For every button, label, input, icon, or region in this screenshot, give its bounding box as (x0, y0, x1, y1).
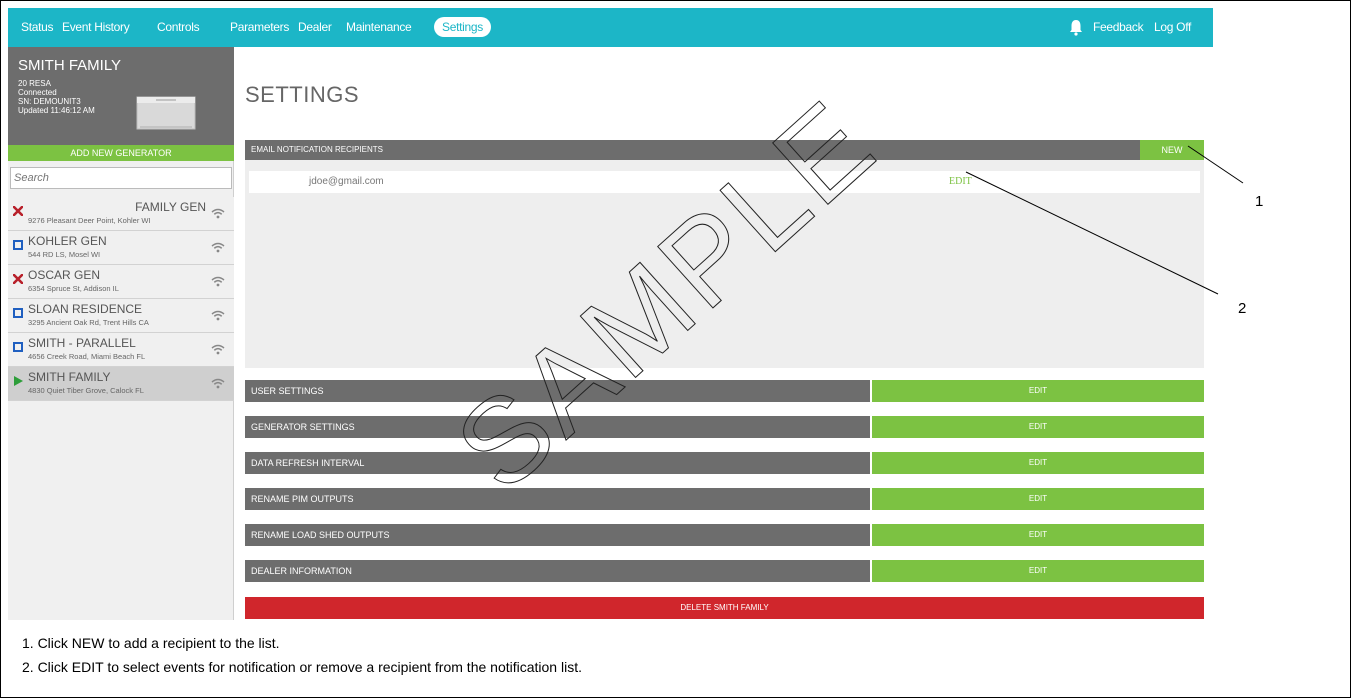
nav-settings[interactable]: Settings (434, 17, 491, 37)
site-address: 6354 Spruce St, Addison IL (28, 284, 119, 293)
wifi-icon (211, 344, 225, 355)
user-settings-edit-button[interactable]: EDIT (872, 380, 1204, 402)
site-name: KOHLER GEN (28, 234, 107, 248)
site-name: FAMILY GEN (135, 200, 206, 214)
settings-row-label: RENAME LOAD SHED OUTPUTS (245, 524, 870, 546)
settings-row-user: USER SETTINGS EDIT (245, 380, 1204, 402)
generator-name: SMITH FAMILY (18, 57, 122, 74)
search-input[interactable] (10, 167, 232, 189)
settings-row-label: DEALER INFORMATION (245, 560, 870, 582)
site-item-active[interactable]: SMITH FAMILY 4830 Quiet Tiber Grove, Cal… (8, 367, 234, 401)
site-address: 9276 Pleasant Deer Point, Kohler WI (28, 216, 151, 225)
ok-square-icon (13, 342, 23, 352)
email-recipients-panel: jdoe@gmail.com EDIT (245, 160, 1204, 368)
site-name: OSCAR GEN (28, 268, 101, 282)
fault-x-icon (13, 206, 23, 216)
wifi-icon (211, 242, 225, 253)
page-title: SETTINGS (245, 82, 360, 107)
nav-event-history[interactable]: Event History (62, 20, 130, 34)
generator-model: 20 RESA (18, 79, 51, 88)
site-address: 4656 Creek Road, Miami Beach FL (28, 352, 146, 361)
generator-updated: Updated 11:46:12 AM (18, 106, 95, 115)
site-item[interactable]: SMITH - PARALLEL 4656 Creek Road, Miami … (8, 333, 234, 367)
site-name: SMITH FAMILY (28, 370, 111, 384)
top-nav: Status Event History Controls Parameters… (8, 8, 1213, 47)
settings-row-label: RENAME PIM OUTPUTS (245, 488, 870, 510)
notification-bell-icon[interactable] (1069, 18, 1083, 36)
nav-dealer[interactable]: Dealer (298, 20, 332, 34)
ok-square-icon (13, 240, 23, 250)
app-window: Status Event History Controls Parameters… (8, 8, 1213, 620)
generator-card: SMITH FAMILY 20 RESA Connected SN: DEMOU… (8, 47, 234, 161)
settings-row-pim: RENAME PIM OUTPUTS EDIT (245, 488, 1204, 510)
generator-serial: SN: DEMOUNIT3 (18, 97, 81, 106)
caption-2: 2. Click EDIT to select events for notif… (22, 659, 582, 675)
rename-pim-edit-button[interactable]: EDIT (872, 488, 1204, 510)
settings-row-loadshed: RENAME LOAD SHED OUTPUTS EDIT (245, 524, 1204, 546)
recipient-row: jdoe@gmail.com EDIT (249, 171, 1200, 193)
recipient-edit-button[interactable]: EDIT (949, 176, 972, 187)
settings-row-label: GENERATOR SETTINGS (245, 416, 870, 438)
wifi-icon (211, 208, 225, 219)
delete-generator-button[interactable]: DELETE SMITH FAMILY (245, 597, 1204, 619)
email-recipients-header: EMAIL NOTIFICATION RECIPIENTS NEW (245, 140, 1204, 160)
dealer-info-edit-button[interactable]: EDIT (872, 560, 1204, 582)
wifi-icon (211, 276, 225, 287)
settings-row-label: DATA REFRESH INTERVAL (245, 452, 870, 474)
fault-x-icon (13, 274, 23, 284)
sidebar: SMITH FAMILY 20 RESA Connected SN: DEMOU… (8, 47, 234, 620)
running-play-icon (14, 376, 23, 386)
generator-status: Connected (18, 88, 57, 97)
callout-number-1: 1 (1255, 193, 1264, 210)
settings-row-label: USER SETTINGS (245, 380, 870, 402)
site-name: SMITH - PARALLEL (28, 336, 136, 350)
callout-number-2: 2 (1238, 300, 1247, 317)
site-item[interactable]: FAMILY GEN 9276 Pleasant Deer Point, Koh… (8, 197, 234, 231)
site-item[interactable]: KOHLER GEN 544 RD LS, Mosel WI (8, 231, 234, 265)
recipient-email: jdoe@gmail.com (309, 176, 384, 187)
ok-square-icon (13, 308, 23, 318)
data-refresh-edit-button[interactable]: EDIT (872, 452, 1204, 474)
caption-1: 1. Click NEW to add a recipient to the l… (22, 635, 280, 651)
site-name: SLOAN RESIDENCE (28, 302, 143, 316)
logoff-link[interactable]: Log Off (1154, 20, 1191, 34)
wifi-icon (211, 310, 225, 321)
generator-settings-edit-button[interactable]: EDIT (872, 416, 1204, 438)
add-new-generator-button[interactable]: ADD NEW GENERATOR (8, 145, 234, 161)
rename-loadshed-edit-button[interactable]: EDIT (872, 524, 1204, 546)
settings-row-generator: GENERATOR SETTINGS EDIT (245, 416, 1204, 438)
generator-image (136, 96, 196, 130)
feedback-link[interactable]: Feedback (1093, 20, 1144, 34)
nav-status[interactable]: Status (21, 20, 54, 34)
site-address: 3295 Ancient Oak Rd, Trent Hills CA (28, 318, 149, 327)
nav-parameters[interactable]: Parameters (230, 20, 289, 34)
nav-controls[interactable]: Controls (157, 20, 200, 34)
settings-row-dealer: DEALER INFORMATION EDIT (245, 560, 1204, 582)
site-address: 544 RD LS, Mosel WI (28, 250, 101, 259)
site-item[interactable]: SLOAN RESIDENCE 3295 Ancient Oak Rd, Tre… (8, 299, 234, 333)
nav-maintenance[interactable]: Maintenance (346, 20, 412, 34)
email-recipients-label: EMAIL NOTIFICATION RECIPIENTS (251, 145, 384, 154)
new-recipient-button[interactable]: NEW (1140, 140, 1204, 160)
settings-row-refresh: DATA REFRESH INTERVAL EDIT (245, 452, 1204, 474)
wifi-icon (211, 378, 225, 389)
site-address: 4830 Quiet Tiber Grove, Calock FL (28, 386, 144, 395)
main-content: SETTINGS EMAIL NOTIFICATION RECIPIENTS N… (234, 47, 1213, 620)
site-item[interactable]: OSCAR GEN 6354 Spruce St, Addison IL (8, 265, 234, 299)
